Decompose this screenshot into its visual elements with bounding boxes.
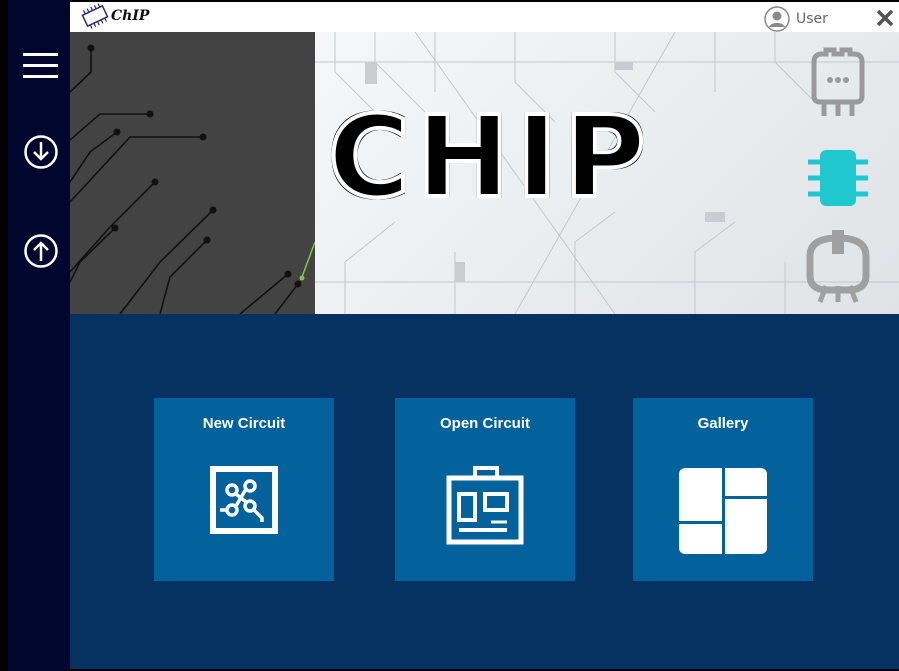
socket-button[interactable] <box>800 226 876 303</box>
gallery-grid-icon <box>679 468 767 554</box>
app-logo-icon <box>81 3 109 29</box>
chip-outline-icon <box>811 47 865 116</box>
chip-outline-button[interactable] <box>800 44 876 120</box>
close-button[interactable] <box>874 7 896 29</box>
hero-banner: CHIP <box>70 32 899 314</box>
gallery-tile[interactable]: Gallery <box>633 398 813 581</box>
download-button[interactable] <box>21 132 61 172</box>
hamburger-menu-icon <box>23 53 58 78</box>
title-bar: ChIP User <box>70 0 899 32</box>
sidebar <box>8 0 70 671</box>
download-icon <box>24 135 58 169</box>
chip-icon <box>808 150 868 206</box>
app-title: ChIP <box>111 8 150 24</box>
pcb-open-icon <box>446 466 524 545</box>
user-avatar-icon <box>764 6 790 32</box>
circuit-board-icon <box>210 466 278 534</box>
open-circuit-tile[interactable]: Open Circuit <box>395 398 575 581</box>
upload-icon <box>24 234 58 268</box>
chip-headline: CHIP <box>326 100 652 216</box>
open-circuit-label: Open Circuit <box>439 415 530 432</box>
chip-active-button[interactable] <box>800 140 876 216</box>
upload-button[interactable] <box>21 231 61 271</box>
menu-button[interactable] <box>21 46 61 86</box>
socket-icon <box>806 230 870 303</box>
circuit-traces-panel <box>70 32 316 314</box>
new-circuit-label: New Circuit <box>202 415 286 432</box>
new-circuit-tile[interactable]: New Circuit <box>154 398 334 581</box>
user-account-button[interactable]: User <box>764 6 828 32</box>
main-content: New Circuit Open Circuit Gallery <box>70 314 899 671</box>
circuit-traces-illustration <box>70 44 316 314</box>
close-icon <box>876 9 894 27</box>
headline-text: CHIP <box>326 93 652 223</box>
gallery-label: Gallery <box>697 415 749 432</box>
user-label: User <box>796 11 828 27</box>
